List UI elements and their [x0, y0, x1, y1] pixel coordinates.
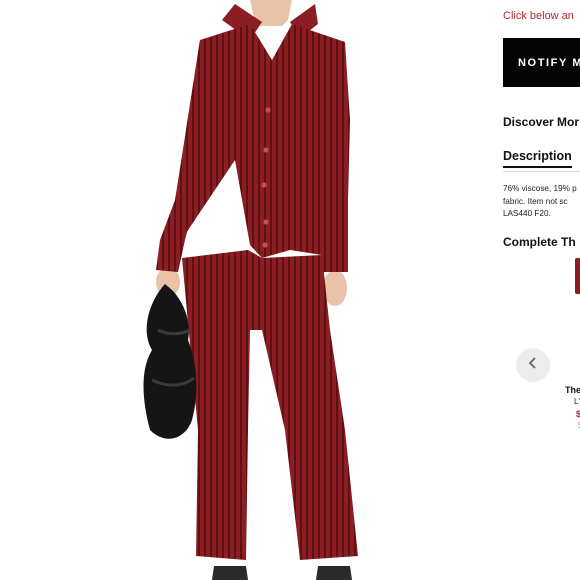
description-line: LAS440 F20.	[503, 209, 551, 219]
complete-the-look-heading: Complete Th	[503, 235, 576, 249]
chevron-left-icon	[526, 356, 540, 375]
description-line: fabric. Item not sc	[503, 196, 568, 206]
tab-description[interactable]: Description	[503, 149, 572, 168]
description-divider	[503, 171, 580, 172]
discover-more-heading: Discover Mor	[503, 115, 580, 129]
description-line: 76% viscose, 19% p	[503, 184, 577, 193]
carousel-product-thumbnail[interactable]	[575, 258, 580, 294]
description-body: 76% viscose, 19% p fabric. Item not sc L…	[503, 183, 580, 221]
carousel-prev-button[interactable]	[516, 348, 550, 382]
model-illustration	[143, 0, 358, 580]
product-info-panel: Click below an NOTIFY M Discover Mor Des…	[503, 0, 580, 580]
product-photo[interactable]	[0, 0, 500, 580]
notify-me-button[interactable]: NOTIFY M	[503, 38, 580, 87]
notify-notice-text: Click below an	[503, 10, 574, 22]
carousel-product-brand[interactable]: The	[565, 385, 580, 395]
carousel-product-name[interactable]: L'	[574, 397, 580, 406]
carousel-product-price: $	[576, 409, 580, 419]
